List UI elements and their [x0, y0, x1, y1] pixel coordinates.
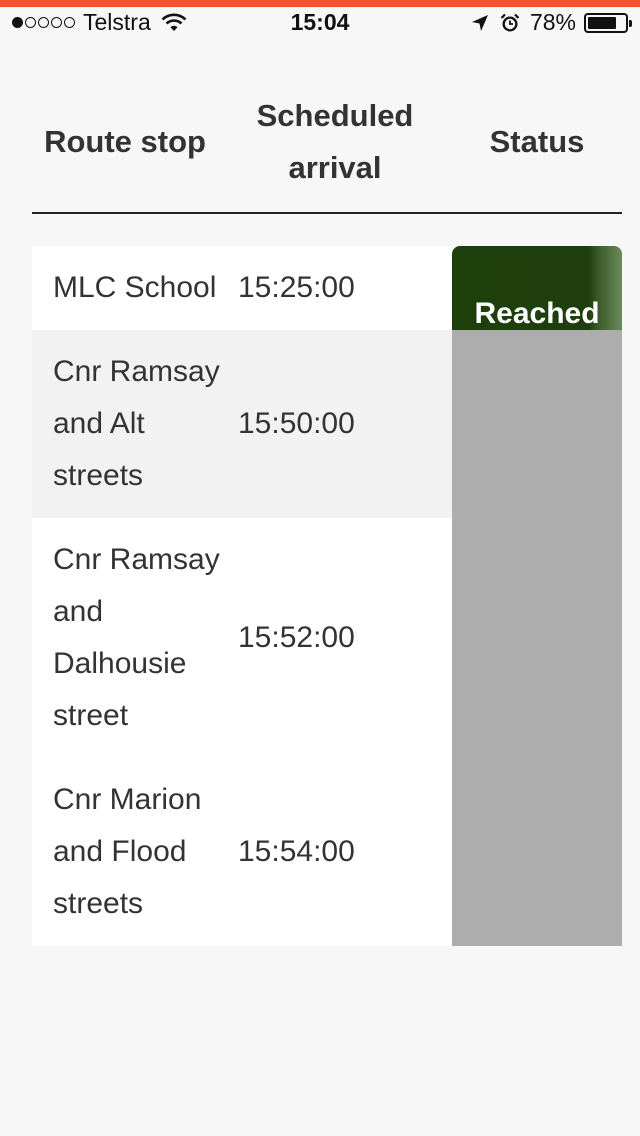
arrival-time-cell: 15:54:00 [238, 835, 355, 868]
table-row[interactable]: Cnr Marion and Flood streets 15:54:00 [32, 758, 622, 946]
status-bar-right: 78% [470, 9, 632, 36]
accent-bar [0, 0, 640, 7]
route-stop-cell: Cnr Ramsay and Alt streets [53, 355, 220, 492]
arrival-time-cell: 15:52:00 [238, 621, 355, 654]
table-row[interactable]: MLC School 15:25:00 Reached [32, 246, 622, 381]
header-scheduled-arrival: Scheduled arrival [256, 98, 414, 185]
status-cell [452, 330, 622, 518]
table-row[interactable]: Cnr Ramsay and Dalhousie street 15:52:00 [32, 518, 622, 758]
status-cell [452, 518, 622, 758]
route-stops-table: MLC School 15:25:00 Reached Cnr Ramsay a… [32, 246, 622, 946]
arrival-time-cell: 15:50:00 [238, 407, 355, 440]
battery-icon [584, 12, 632, 33]
location-arrow-icon [471, 14, 488, 31]
status-cell [452, 758, 622, 946]
arrival-time-cell: 15:25:00 [238, 271, 355, 304]
status-cell: Reached [452, 246, 622, 381]
battery-percent: 78% [529, 9, 576, 35]
header-status: Status [489, 124, 585, 159]
battery-tip [629, 19, 632, 27]
alarm-clock-icon [500, 13, 520, 31]
battery-level-fill [588, 16, 617, 29]
table-row[interactable]: Cnr Ramsay and Alt streets 15:50:00 [32, 330, 622, 518]
route-stop-cell: Cnr Marion and Flood streets [53, 783, 202, 920]
table-header: Route stop Scheduled arrival Status [32, 88, 622, 214]
header-route-stop: Route stop [44, 124, 206, 159]
route-stop-cell: MLC School [53, 271, 217, 304]
status-bar: Telstra 15:04 78% [0, 7, 640, 40]
route-stop-cell: Cnr Ramsay and Dalhousie street [53, 543, 220, 732]
